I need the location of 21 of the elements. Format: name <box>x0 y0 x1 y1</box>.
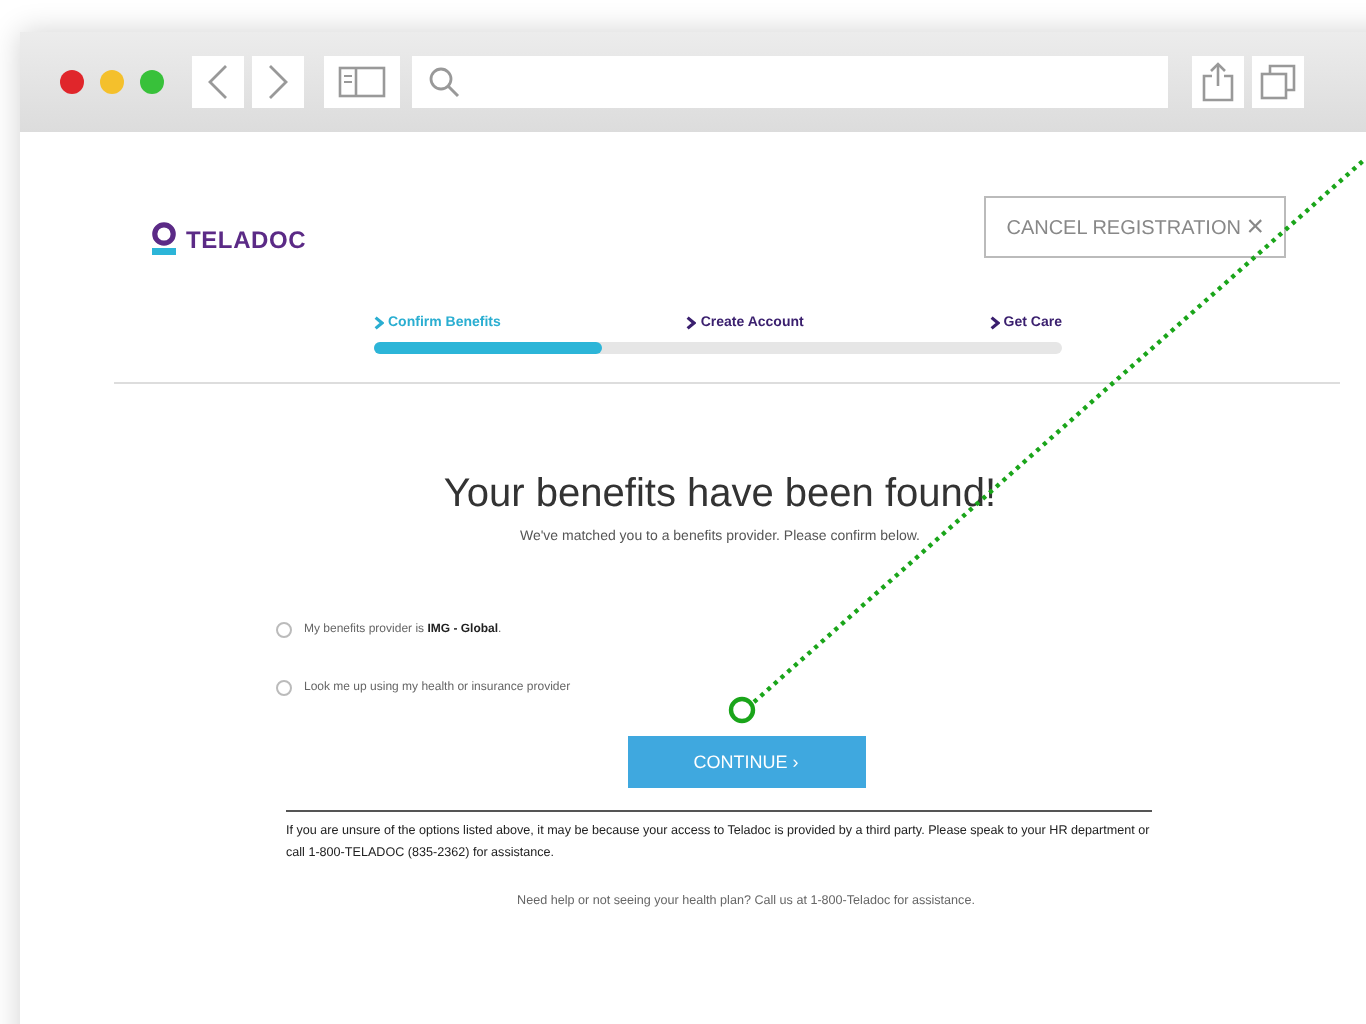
radio-button[interactable] <box>276 680 292 696</box>
maximize-window-button[interactable] <box>140 70 164 94</box>
sidebar-button[interactable] <box>324 56 400 108</box>
chevron-right-icon <box>266 64 290 100</box>
back-button[interactable] <box>192 56 244 108</box>
radio-button[interactable] <box>276 622 292 638</box>
logo-icon <box>150 222 178 256</box>
brand-name: TELADOC <box>186 225 307 253</box>
search-icon <box>428 66 460 98</box>
tabs-button[interactable] <box>1252 56 1304 108</box>
share-button[interactable] <box>1192 56 1244 108</box>
heading: Your benefits have been found! <box>441 472 999 518</box>
chevron-right-icon <box>989 316 1000 330</box>
chevron-left-icon <box>206 64 230 100</box>
cancel-registration-button[interactable]: CANCEL REGISTRATION × <box>984 196 1286 258</box>
address-field[interactable] <box>412 56 1168 108</box>
chevron-right-icon <box>374 316 384 330</box>
close-window-button[interactable] <box>60 70 84 94</box>
forward-button[interactable] <box>252 56 304 108</box>
chevron-right-icon <box>686 316 697 330</box>
continue-button[interactable]: CONTINUE › <box>627 736 865 788</box>
